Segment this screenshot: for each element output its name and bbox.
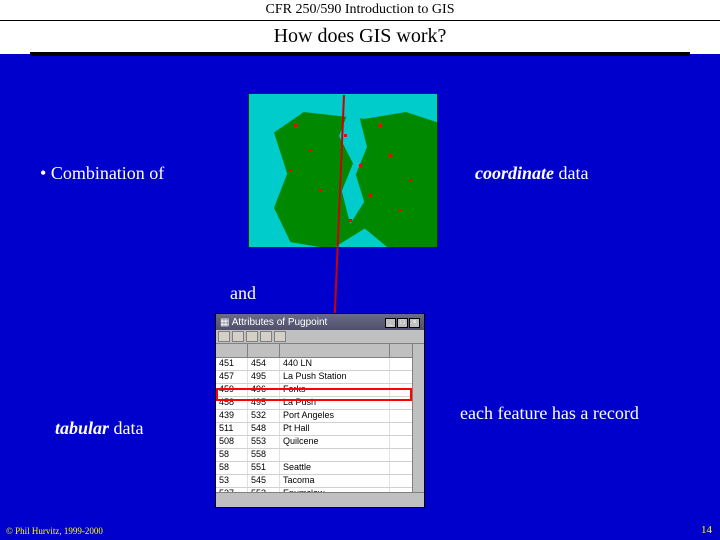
- table-grid: 451454440 LN457495La Push Station459496F…: [216, 344, 424, 492]
- window-title-label: Attributes of Pugpoint: [232, 317, 328, 328]
- window-statusbar: [216, 492, 424, 506]
- table-cell: 548: [248, 423, 280, 435]
- table-cell: 58: [216, 462, 248, 474]
- table-cell: 440 LN: [280, 358, 390, 370]
- tabular-rest: data: [109, 418, 143, 438]
- label-tabular-data: tabular data: [55, 418, 144, 439]
- table-cell: 439: [216, 410, 248, 422]
- table-cell: Quilcene: [280, 436, 390, 448]
- table-cell: 495: [248, 397, 280, 409]
- toolbar-button[interactable]: [232, 331, 244, 342]
- vertical-scrollbar[interactable]: [412, 344, 424, 492]
- col-header[interactable]: [280, 344, 390, 357]
- table-cell: 537: [216, 488, 248, 492]
- title-underline: [30, 52, 690, 56]
- table-icon: ▦: [220, 317, 232, 328]
- slide-content: • Combination of coordinate data and tab…: [0, 58, 720, 538]
- table-cell: Seattle: [280, 462, 390, 474]
- table-cell: 532: [248, 410, 280, 422]
- table-row[interactable]: 537553Enumclaw: [216, 488, 424, 492]
- table-cell: 459: [216, 384, 248, 396]
- table-row[interactable]: 58551Seattle: [216, 462, 424, 475]
- table-cell: 545: [248, 475, 280, 487]
- coordinate-rest: data: [554, 163, 588, 183]
- tabular-word: tabular: [55, 418, 109, 438]
- table-cell: Pt Hall: [280, 423, 390, 435]
- slide-title: How does GIS work?: [0, 21, 720, 54]
- table-row[interactable]: 508553Quilcene: [216, 436, 424, 449]
- table-cell: 511: [216, 423, 248, 435]
- label-and: and: [230, 283, 256, 304]
- minimize-button[interactable]: _: [385, 318, 396, 328]
- table-row[interactable]: 439532Port Angeles: [216, 410, 424, 423]
- table-cell: Forks: [280, 384, 390, 396]
- footer-copyright: © Phil Hurvitz, 1999-2000: [6, 526, 103, 536]
- toolbar-button[interactable]: [260, 331, 272, 342]
- bullet-combination: • Combination of: [40, 163, 164, 184]
- table-cell: Enumclaw: [280, 488, 390, 492]
- map-point-layer: [249, 94, 437, 247]
- maximize-button[interactable]: □: [397, 318, 408, 328]
- bullet-marker: •: [40, 163, 51, 183]
- table-row[interactable]: 459496Forks: [216, 384, 424, 397]
- table-cell: Tacoma: [280, 475, 390, 487]
- map-image: [248, 93, 438, 248]
- table-row[interactable]: 53545Tacoma: [216, 475, 424, 488]
- table-cell: 558: [248, 449, 280, 461]
- col-header[interactable]: [248, 344, 280, 357]
- table-cell: 508: [216, 436, 248, 448]
- footer-page-number: 14: [701, 524, 712, 536]
- label-each-feature: each feature has a record: [460, 403, 639, 424]
- table-cell: 458: [216, 397, 248, 409]
- table-cell: 551: [248, 462, 280, 474]
- bullet-text: Combination of: [51, 163, 165, 183]
- window-toolbar: [216, 330, 424, 344]
- table-cell: La Push Station: [280, 371, 390, 383]
- window-title-text: ▦ Attributes of Pugpoint: [220, 317, 327, 328]
- table-cell: 53: [216, 475, 248, 487]
- table-row[interactable]: 458495La Push: [216, 397, 424, 410]
- table-body: 451454440 LN457495La Push Station459496F…: [216, 358, 424, 492]
- toolbar-button[interactable]: [218, 331, 230, 342]
- table-cell: La Push: [280, 397, 390, 409]
- toolbar-button[interactable]: [246, 331, 258, 342]
- table-header-row: [216, 344, 424, 358]
- col-header[interactable]: [216, 344, 248, 357]
- toolbar-button[interactable]: [274, 331, 286, 342]
- coordinate-word: coordinate: [475, 163, 554, 183]
- table-cell: 457: [216, 371, 248, 383]
- table-cell: 553: [248, 488, 280, 492]
- table-cell: 58: [216, 449, 248, 461]
- window-titlebar: ▦ Attributes of Pugpoint _□×: [216, 314, 424, 330]
- close-button[interactable]: ×: [409, 318, 420, 328]
- table-cell: 496: [248, 384, 280, 396]
- table-cell: Port Angeles: [280, 410, 390, 422]
- table-cell: [280, 449, 390, 461]
- label-coordinate-data: coordinate data: [475, 163, 588, 184]
- table-row[interactable]: 58558: [216, 449, 424, 462]
- window-controls: _□×: [384, 316, 420, 328]
- table-cell: 451: [216, 358, 248, 370]
- table-cell: 495: [248, 371, 280, 383]
- table-cell: 553: [248, 436, 280, 448]
- table-cell: 454: [248, 358, 280, 370]
- course-header: CFR 250/590 Introduction to GIS: [0, 0, 720, 21]
- attribute-table-window: ▦ Attributes of Pugpoint _□× 451454440 L…: [215, 313, 425, 508]
- table-row[interactable]: 457495La Push Station: [216, 371, 424, 384]
- table-row[interactable]: 451454440 LN: [216, 358, 424, 371]
- table-row[interactable]: 511548Pt Hall: [216, 423, 424, 436]
